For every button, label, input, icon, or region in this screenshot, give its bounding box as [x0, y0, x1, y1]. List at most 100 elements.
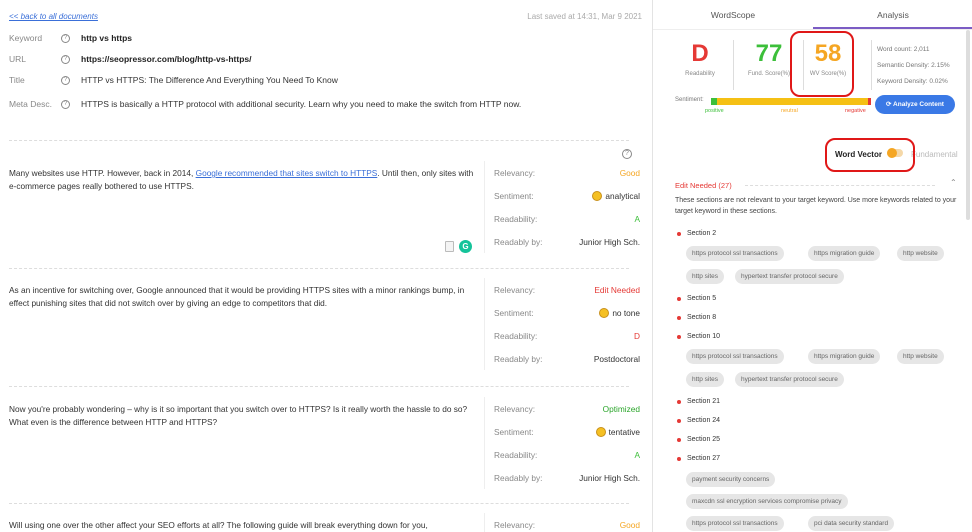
app-root: << back to all documents Last saved at 1…	[0, 0, 972, 532]
keyword-chip[interactable]: https protocol ssl transactions	[686, 246, 784, 261]
bullet-icon	[677, 418, 681, 423]
paragraph-3-stats: Relevancy: Optimized Sentiment: tentative …	[484, 397, 640, 489]
bullet-icon	[677, 437, 681, 442]
tab-analysis[interactable]: Analysis	[813, 0, 972, 29]
readability-label: Readability:	[494, 449, 538, 460]
paragraph-2[interactable]: As an incentive for switching over, Goog…	[9, 284, 477, 310]
divider	[9, 268, 629, 269]
sentiment-value: tentative	[595, 426, 640, 437]
keyword-chip[interactable]: hypertext transfer protocol secure	[735, 372, 844, 387]
readably-by-label: Readably by:	[494, 353, 543, 364]
sentiment-label: Sentiment:	[494, 307, 534, 318]
readably-by-label: Readably by:	[494, 472, 543, 483]
clipboard-icon[interactable]	[445, 241, 454, 252]
sentiment-label: Sentiment:	[675, 97, 704, 103]
paragraph-link[interactable]: Google recommended that sites switch to …	[196, 168, 378, 178]
sentiment-bar-negative	[868, 98, 871, 105]
help-icon[interactable]: ?	[61, 54, 70, 64]
relevancy-value: Optimized	[602, 403, 640, 414]
readability-label: Readability:	[494, 330, 538, 341]
keyword-chip[interactable]: https migration guide	[808, 246, 881, 261]
keyword-chip[interactable]: pci data security standard	[808, 516, 895, 531]
paragraph-text: Many websites use HTTP. However, back in…	[9, 168, 196, 178]
emoji-icon	[599, 307, 610, 318]
sentiment-bar-positive	[711, 98, 717, 105]
readably-by-value: Junior High Sch.	[579, 236, 640, 247]
paragraph-text: As an incentive for switching over, Goog…	[9, 285, 465, 308]
section-item[interactable]: Section 21	[677, 398, 720, 405]
divider	[9, 140, 629, 141]
keyword-chip[interactable]: http sites	[686, 269, 725, 284]
divider	[9, 503, 629, 504]
keyword-chip[interactable]: http website	[897, 349, 944, 364]
sentiment-value: no tone	[599, 307, 640, 318]
bullet-icon	[677, 315, 681, 320]
keyword-value[interactable]: http vs https	[81, 33, 132, 43]
chevron-up-icon[interactable]: ⌃	[950, 178, 957, 187]
section-item[interactable]: Section 2	[677, 230, 716, 237]
section-label: Section 24	[687, 417, 721, 424]
title-value[interactable]: HTTP vs HTTPS: The Difference And Everyt…	[81, 75, 338, 85]
meta-title-row: Title ? HTTP vs HTTPS: The Difference An…	[9, 73, 338, 87]
edit-needed-header[interactable]: Edit Needed (27)	[675, 181, 732, 190]
section-label: Section 5	[687, 295, 717, 302]
meta-label: Title	[9, 75, 25, 85]
sentiment-tick: positive	[705, 108, 724, 114]
highlight-box	[790, 31, 854, 97]
semantic-density: Semantic Density: 2.15%	[877, 62, 950, 69]
edit-needed-description: These sections are not relevant to your …	[675, 197, 957, 215]
meta-keyword-row: Keyword ? http vs https	[9, 31, 132, 45]
keyword-chip[interactable]: https migration guide	[808, 349, 881, 364]
keyword-chip[interactable]: https protocol ssl transactions	[686, 349, 784, 364]
relevancy-value: Good	[619, 519, 640, 530]
score-label: Readability	[685, 71, 715, 77]
relevancy-label: Relevancy:	[494, 167, 536, 178]
paragraph-4[interactable]: Will using one over the other affect you…	[9, 519, 477, 532]
help-icon[interactable]: ?	[61, 33, 70, 43]
help-icon[interactable]: ?	[622, 149, 632, 159]
analyze-label: Analyze Content	[893, 101, 944, 108]
highlight-box	[825, 138, 915, 172]
analysis-panel: WordScope Analysis D Readability 77 Fund…	[652, 0, 972, 532]
back-to-documents-link[interactable]: << back to all documents	[9, 12, 98, 21]
section-item[interactable]: Section 24	[677, 417, 720, 424]
divider	[9, 386, 629, 387]
help-icon[interactable]: ?	[61, 99, 70, 109]
relevancy-label: Relevancy:	[494, 284, 536, 295]
paragraph-1[interactable]: Many websites use HTTP. However, back in…	[9, 167, 477, 193]
keyword-chip[interactable]: payment security concerns	[686, 472, 776, 487]
section-item[interactable]: Section 8	[677, 314, 716, 321]
section-item[interactable]: Section 10	[677, 333, 720, 340]
section-item[interactable]: Section 5	[677, 295, 716, 302]
section-label: Section 8	[687, 314, 717, 321]
url-value[interactable]: https://seopressor.com/blog/http-vs-http…	[81, 54, 251, 64]
analyze-content-button[interactable]: ⟳ Analyze Content	[875, 95, 955, 114]
divider	[733, 40, 734, 90]
sentiment-tick: neutral	[781, 108, 798, 114]
keyword-chip[interactable]: http website	[897, 246, 944, 261]
section-item[interactable]: Section 25	[677, 436, 720, 443]
word-count: Word count: 2,011	[877, 46, 930, 53]
fundamental-label: Fundamental	[911, 150, 958, 159]
sentiment-tick: negative	[845, 108, 866, 114]
scrollbar[interactable]	[966, 30, 970, 220]
paragraph-3[interactable]: Now you're probably wondering – why is i…	[9, 403, 477, 429]
sentiment-label: Sentiment:	[494, 190, 534, 201]
section-item[interactable]: Section 27	[677, 455, 720, 462]
sentiment-bar	[711, 98, 871, 105]
last-saved-text: Last saved at 14:31, Mar 9 2021	[527, 12, 642, 21]
meta-desc-value[interactable]: HTTPS is basically a HTTP protocol with …	[81, 99, 521, 109]
section-label: Section 10	[687, 333, 721, 340]
tab-wordscope[interactable]: WordScope	[653, 0, 813, 29]
readability-value: A	[634, 449, 640, 460]
help-icon[interactable]: ?	[61, 75, 70, 85]
bullet-icon	[677, 456, 681, 461]
panel-tabs: WordScope Analysis	[653, 0, 972, 30]
keyword-chip[interactable]: http sites	[686, 372, 725, 387]
grammarly-icon[interactable]: G	[459, 240, 472, 253]
keyword-chip[interactable]: hypertext transfer protocol secure	[735, 269, 844, 284]
keyword-chip[interactable]: https protocol ssl transactions	[686, 516, 784, 531]
readably-by-label: Readably by:	[494, 236, 543, 247]
keyword-chip[interactable]: maxcdn ssl encryption services compromis…	[686, 494, 848, 509]
section-label: Section 27	[687, 455, 721, 462]
